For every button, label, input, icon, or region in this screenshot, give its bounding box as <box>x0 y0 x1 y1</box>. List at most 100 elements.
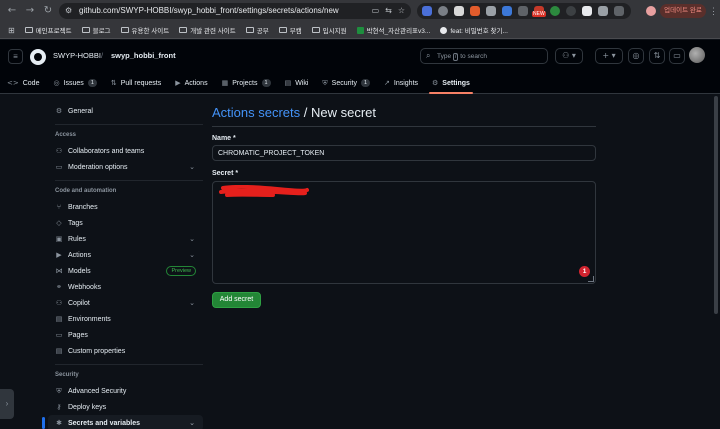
bookmark-item[interactable]: 부캠 <box>278 25 302 35</box>
tab-insights[interactable]: ↗ Insights <box>377 73 425 93</box>
sidebar-item-webhooks[interactable]: ⚭ Webhooks <box>48 279 203 295</box>
sidebar-item-collaborators-and-teams[interactable]: ⚇ Collaborators and teams <box>48 143 203 159</box>
bookmark-star-icon[interactable]: ☆ <box>398 6 405 16</box>
inbox-icon[interactable]: ▭ <box>669 48 685 64</box>
bookmark-item[interactable]: 메인프로젝트 <box>24 25 72 35</box>
extension-icon[interactable] <box>470 6 480 16</box>
extension-icon[interactable] <box>582 6 592 16</box>
branch-icon: ⑂ <box>56 203 62 211</box>
extensions-puzzle-icon[interactable] <box>598 6 608 16</box>
extension-icon[interactable] <box>550 6 560 16</box>
sidebar-item-tags[interactable]: ◇ Tags <box>48 215 203 231</box>
copilot-button[interactable]: ⚇ ▾ <box>555 48 583 64</box>
settings-icon: ⚙ <box>432 79 439 87</box>
sidebar-item-pages[interactable]: ▭ Pages <box>48 327 203 343</box>
extension-icon[interactable] <box>518 6 528 16</box>
tab-wiki[interactable]: ▤ Wiki <box>278 73 316 93</box>
menu-icon[interactable]: ≡ <box>8 49 23 64</box>
sidebar-item-label: Environments <box>68 315 111 323</box>
extension-icon[interactable] <box>486 6 496 16</box>
sidebar-item-environments[interactable]: ▤ Environments <box>48 311 203 327</box>
github-logo-icon[interactable] <box>30 49 46 65</box>
bookmark-item[interactable]: 박현석_자산관리표v3... <box>356 25 430 35</box>
tab-actions[interactable]: ▶ Actions <box>168 73 214 93</box>
tab-security[interactable]: ⛨ Security 1 <box>315 73 377 93</box>
pull-requests-icon: ⇅ <box>110 79 117 87</box>
translate-icon[interactable]: ⇆ <box>385 6 392 16</box>
secret-value-field[interactable] <box>212 181 596 284</box>
sidebar-item-copilot[interactable]: ⚇ Copilot ⌄ <box>48 295 203 311</box>
actions-secrets-link[interactable]: Actions secrets <box>212 105 300 120</box>
folder-icon <box>311 27 320 33</box>
browser-toolbar: ← → ↻ ⚙ github.com/SWYP-HOBBI/swyp_hobbi… <box>0 0 720 22</box>
asterisk-icon: ✱ <box>56 419 62 427</box>
create-new-button[interactable]: + ▾ <box>595 48 623 64</box>
breadcrumb-repo[interactable]: swyp_hobbi_front <box>111 51 176 61</box>
address-bar[interactable]: ⚙ github.com/SWYP-HOBBI/swyp_hobbi_front… <box>59 3 411 19</box>
bookmark-item[interactable]: 공부 <box>245 25 269 35</box>
sidebar-section-heading: Code and automation <box>55 188 117 194</box>
bookmark-item[interactable]: feat: 비밀번호 찾기... <box>440 25 508 35</box>
search-input[interactable]: ⌕ Type / to search <box>420 48 548 64</box>
sidebar-item-custom-properties[interactable]: ▤ Custom properties <box>48 343 203 359</box>
sidebar-item-moderation-options[interactable]: ▭ Moderation options ⌄ <box>48 159 203 175</box>
title-divider <box>212 126 596 127</box>
extension-icon[interactable] <box>438 6 448 16</box>
profile-avatar[interactable] <box>646 6 656 16</box>
folder-icon <box>245 27 254 33</box>
secret-label: Secret * <box>212 170 239 177</box>
tab-issues[interactable]: ◎ Issues 1 <box>46 73 103 93</box>
pull-requests-icon[interactable]: ⇅ <box>649 48 665 64</box>
bookmark-item[interactable]: 블로그 <box>81 25 111 35</box>
sidebar-item-deploy-keys[interactable]: ⚷ Deploy keys <box>48 399 203 415</box>
side-panel-icon[interactable] <box>614 6 624 16</box>
sidebar-item-branches[interactable]: ⑂ Branches <box>48 199 203 215</box>
chevron-down-icon: ⌄ <box>189 235 195 243</box>
bookmark-item[interactable]: 개발 관련 사이트 <box>179 25 236 35</box>
sidebar-item-label: Copilot <box>68 299 90 307</box>
issues-icon[interactable]: ◎ <box>628 48 644 64</box>
extension-icon[interactable] <box>566 6 576 16</box>
breadcrumb-owner[interactable]: SWYP-HOBBI <box>53 51 101 61</box>
sidebar-item-general[interactable]: ⚙ General <box>48 103 203 119</box>
resize-grip-icon[interactable] <box>588 276 594 282</box>
expand-panel-icon[interactable]: › <box>0 389 14 419</box>
browser-icon: ▭ <box>55 331 63 339</box>
webhook-icon: ⚭ <box>56 283 62 291</box>
tab-pull-requests[interactable]: ⇅ Pull requests <box>104 73 168 93</box>
tab-label: Issues <box>63 79 84 87</box>
reload-icon[interactable]: ↻ <box>42 5 54 17</box>
tab-projects[interactable]: ▦ Projects 1 <box>215 73 278 93</box>
add-secret-button[interactable]: Add secret <box>212 292 261 308</box>
back-arrow-icon[interactable]: ← <box>6 5 18 17</box>
sidebar-item-advanced-security[interactable]: ⛨ Advanced Security <box>48 383 203 399</box>
tab-code[interactable]: <> Code <box>0 73 46 93</box>
browser-menu-icon[interactable]: ⋮ <box>709 5 718 17</box>
extension-icon[interactable] <box>422 6 432 16</box>
extension-icon[interactable]: NEW <box>532 6 546 17</box>
sidebar-item-models[interactable]: ⋈ Models Preview <box>48 263 203 279</box>
bookmark-item[interactable]: 입시지원 <box>311 25 347 35</box>
forward-arrow-icon[interactable]: → <box>24 5 36 17</box>
repo-nav: <> Code ◎ Issues 1 ⇅ Pull requests ▶ Actions ▦ Pro… <box>0 73 477 94</box>
update-button[interactable]: 업데이트 완료 <box>660 4 706 18</box>
site-info-icon[interactable]: ⚙ <box>65 6 75 16</box>
sidebar-section-heading: Access <box>55 132 77 138</box>
extension-icon[interactable] <box>502 6 512 16</box>
page-scrollbar[interactable] <box>714 96 718 314</box>
error-count-badge: 1 <box>579 266 590 277</box>
comment-icon: ▭ <box>55 163 63 171</box>
extension-icon[interactable] <box>454 6 464 16</box>
sidebar-item-actions[interactable]: ▶ Actions ⌄ <box>48 247 203 263</box>
extensions-bar: NEW <box>417 3 631 19</box>
secret-name-field[interactable] <box>212 145 596 161</box>
address-url[interactable]: github.com/SWYP-HOBBI/swyp_hobbi_front/s… <box>79 6 339 16</box>
bookmark-label: 블로그 <box>92 28 111 35</box>
sidebar-item-secrets-and-variables[interactable]: ✱ Secrets and variables ⌄ <box>42 415 203 429</box>
install-icon[interactable]: ▭ <box>372 6 380 16</box>
bookmark-item[interactable]: 유용한 사이트 <box>120 25 169 35</box>
apps-grid-icon[interactable]: ⊞ <box>8 26 15 35</box>
sidebar-item-rules[interactable]: ▣ Rules ⌄ <box>48 231 203 247</box>
tab-settings[interactable]: ⚙ Settings <box>425 73 477 94</box>
user-avatar[interactable] <box>689 47 705 63</box>
